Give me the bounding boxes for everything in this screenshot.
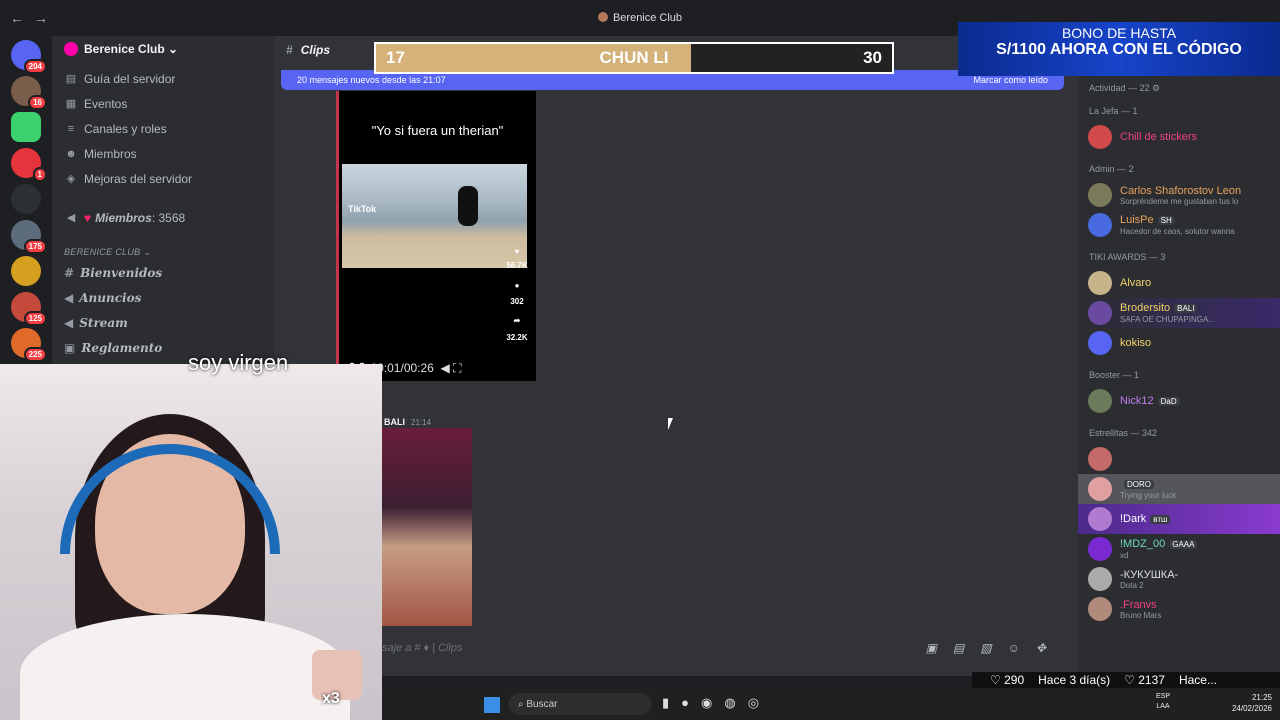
share-icon: ➦ (513, 316, 521, 325)
search-icon: ⌕ (518, 698, 524, 710)
taskbar-search[interactable]: ⌕ Buscar (508, 693, 652, 715)
emoji-icon: ☺ (1007, 641, 1036, 655)
gif-icon: ▤ (952, 641, 981, 655)
server-icon[interactable] (11, 256, 41, 286)
sticker-icon: ▧ (980, 641, 1008, 655)
member-item[interactable]: Chill de stickers (1078, 122, 1280, 152)
server-icon[interactable]: 125 (11, 292, 47, 326)
server-icon (597, 12, 608, 22)
member-item[interactable]: kokiso (1078, 328, 1280, 358)
member-list: Actividad — 22 ⚙ La Jefa — 1 Chill de st… (1078, 76, 1280, 676)
steam-icon: ◎ (747, 695, 772, 710)
category-header[interactable]: BERENICE CLUB ⌄ (52, 244, 274, 260)
heart-icon: ♥ (514, 247, 520, 256)
menu-guide[interactable]: ▤ Guía del servidor (52, 66, 274, 91)
shares-count: 32.2K (506, 333, 528, 342)
boost-icon: ◈ (66, 173, 76, 185)
promo-banner: BONO DE HASTA S/1100 AHORA CON EL CÓDIGO (958, 22, 1280, 76)
rules-icon: ▣ (64, 340, 76, 355)
activity-header[interactable]: Actividad — 22 ⚙ (1078, 76, 1280, 100)
comments-count: 302 (510, 297, 524, 306)
composer-tools[interactable]: ▣▤▧☺✥ (926, 641, 1062, 655)
chrome-icon: ◉ (701, 695, 725, 710)
megaphone-icon: ◀ (64, 315, 74, 330)
member-item[interactable]: · (1078, 444, 1280, 474)
image-attachment[interactable] (382, 428, 472, 626)
taskbar: ⌕ Buscar ▮●◉◍◎ ESP LAA 21:25 24/02/2026 (382, 688, 1280, 720)
score-overlay: 17 CHUN LI 30 (374, 42, 894, 74)
members-icon: ☻ (65, 147, 77, 160)
menu-boost[interactable]: ◈ Mejoras del servidor (52, 166, 274, 191)
member-item[interactable]: Brodersito BALI SAFA OE CHUPAPINGA... (1078, 298, 1280, 328)
video-caption: "Yo si fuera un therian" (371, 123, 504, 138)
member-item[interactable]: .Franvs Bruno Mars (1078, 594, 1280, 624)
server-icon[interactable]: 1 (11, 148, 47, 182)
score-right: 30 (863, 48, 882, 67)
hash-icon: # (286, 43, 293, 57)
server-avatar (64, 42, 78, 56)
server-icon[interactable] (11, 184, 41, 214)
sticker-overlay: x3 (312, 650, 362, 707)
channel-stream[interactable]: ◀ Stream (52, 310, 274, 335)
menu-channels[interactable]: ≡ Canales y roles (52, 116, 274, 141)
message-time: 21:14 (411, 418, 432, 427)
guide-icon: ▤ (65, 73, 77, 85)
member-count-channel[interactable]: ◀ ♥ Miembros: 3568 (52, 205, 274, 230)
taskbar-apps[interactable]: ▮●◉◍◎ (662, 695, 771, 711)
video-embed[interactable]: "Yo si fuera un therian" TikTok ♥ 56.7K … (336, 91, 536, 381)
server-header[interactable]: Berenice Club ⌄ (52, 36, 274, 62)
discord-icon: ● (681, 695, 702, 710)
fullscreen-icon: ⛶ (453, 361, 462, 375)
score-left: 17 (386, 48, 405, 67)
message-input[interactable]: saje a # ♦ | Clips ▣▤▧☺✥ (382, 636, 1062, 660)
score-name: CHUN LI (599, 48, 669, 67)
hash-icon: # (64, 265, 75, 280)
megaphone-icon: ◀ (64, 290, 74, 305)
member-item[interactable]: Carlos Shaforostov Leon Sorpréndeme me gu… (1078, 180, 1280, 210)
heart-icon: ♥ (84, 210, 92, 225)
events-icon: ▦ (65, 98, 77, 110)
language-indicator[interactable]: ESP LAA (1156, 692, 1170, 712)
mark-read-button[interactable]: Marcar como leído (973, 75, 1048, 85)
voice-icon: ◀ (66, 212, 76, 224)
member-item[interactable]: Nick12 DaD (1078, 386, 1280, 416)
channel-emoji-icon: ♦ (423, 642, 430, 654)
server-icon[interactable]: 225 (11, 328, 47, 362)
member-item[interactable]: DORO Trying your luck (1078, 474, 1280, 504)
likes-count: 56.7K (506, 261, 528, 270)
server-icon[interactable] (11, 112, 41, 142)
member-item[interactable]: Alvaro (1078, 268, 1280, 298)
app-icon: ▮ (662, 695, 682, 710)
app-icon: ◍ (724, 695, 748, 710)
overlay-caption: soy virgen (188, 350, 289, 375)
server-icon[interactable]: 175 (11, 220, 47, 254)
message-author: BALI (384, 417, 405, 427)
mouse-cursor (668, 418, 678, 430)
menu-members[interactable]: ☻ Miembros (52, 141, 274, 166)
member-item[interactable]: -КУКУШКА- Dota 2 (1078, 564, 1280, 594)
stream-stats: ♡ 290 Hace 3 día(s) ♡ 2137 Hace... (972, 672, 1280, 688)
gift-icon: ▣ (925, 641, 953, 655)
menu-events[interactable]: ▦ Eventos (52, 91, 274, 116)
chevron-down-icon: ⌄ (168, 42, 179, 56)
channel-bienvenidos[interactable]: # Bienvenidos (52, 260, 274, 285)
channel-anuncios[interactable]: ◀ Anuncios (52, 285, 274, 310)
windows-start-icon[interactable] (484, 697, 500, 713)
volume-icon: ◀ (440, 361, 450, 375)
discord-home-icon[interactable]: 204 (11, 40, 47, 74)
chat-area: # Clips 20 mensajes nuevos desde las 21:0… (274, 36, 1078, 676)
apps-icon: ✥ (1035, 641, 1062, 655)
clock[interactable]: 21:25 24/02/2026 (1232, 692, 1272, 714)
member-item[interactable]: LuisPe SH Hacedor de caos, solutor wanna (1078, 210, 1280, 240)
comment-icon: ● (514, 281, 520, 290)
video-frame: TikTok (342, 164, 527, 268)
channels-icon: ≡ (67, 122, 75, 135)
member-item[interactable]: !Dark втш (1078, 504, 1280, 534)
server-icon[interactable]: 16 (11, 76, 47, 110)
member-item[interactable]: !MDZ_00 GAAA xd (1078, 534, 1280, 564)
